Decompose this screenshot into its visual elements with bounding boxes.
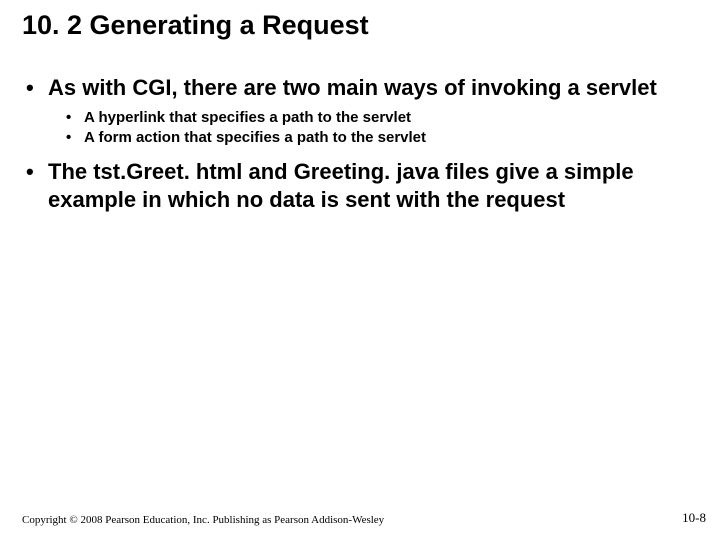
bullet-item: As with CGI, there are two main ways of … (22, 74, 698, 148)
bullet-item: The tst.Greet. html and Greeting. java f… (22, 158, 698, 213)
footer-copyright: Copyright © 2008 Pearson Education, Inc.… (22, 514, 384, 526)
bullet-list-level1: As with CGI, there are two main ways of … (22, 74, 698, 213)
bullet-text: The tst.Greet. html and Greeting. java f… (48, 159, 634, 212)
sub-bullet-item: A hyperlink that specifies a path to the… (62, 108, 698, 128)
slide-title: 10. 2 Generating a Request (22, 10, 369, 41)
footer-page-number: 10-8 (682, 510, 706, 526)
bullet-text: As with CGI, there are two main ways of … (48, 75, 657, 100)
bullet-list-level2: A hyperlink that specifies a path to the… (48, 108, 698, 149)
slide-body: As with CGI, there are two main ways of … (22, 74, 698, 221)
sub-bullet-item: A form action that specifies a path to t… (62, 128, 698, 148)
slide: 10. 2 Generating a Request As with CGI, … (0, 0, 720, 540)
